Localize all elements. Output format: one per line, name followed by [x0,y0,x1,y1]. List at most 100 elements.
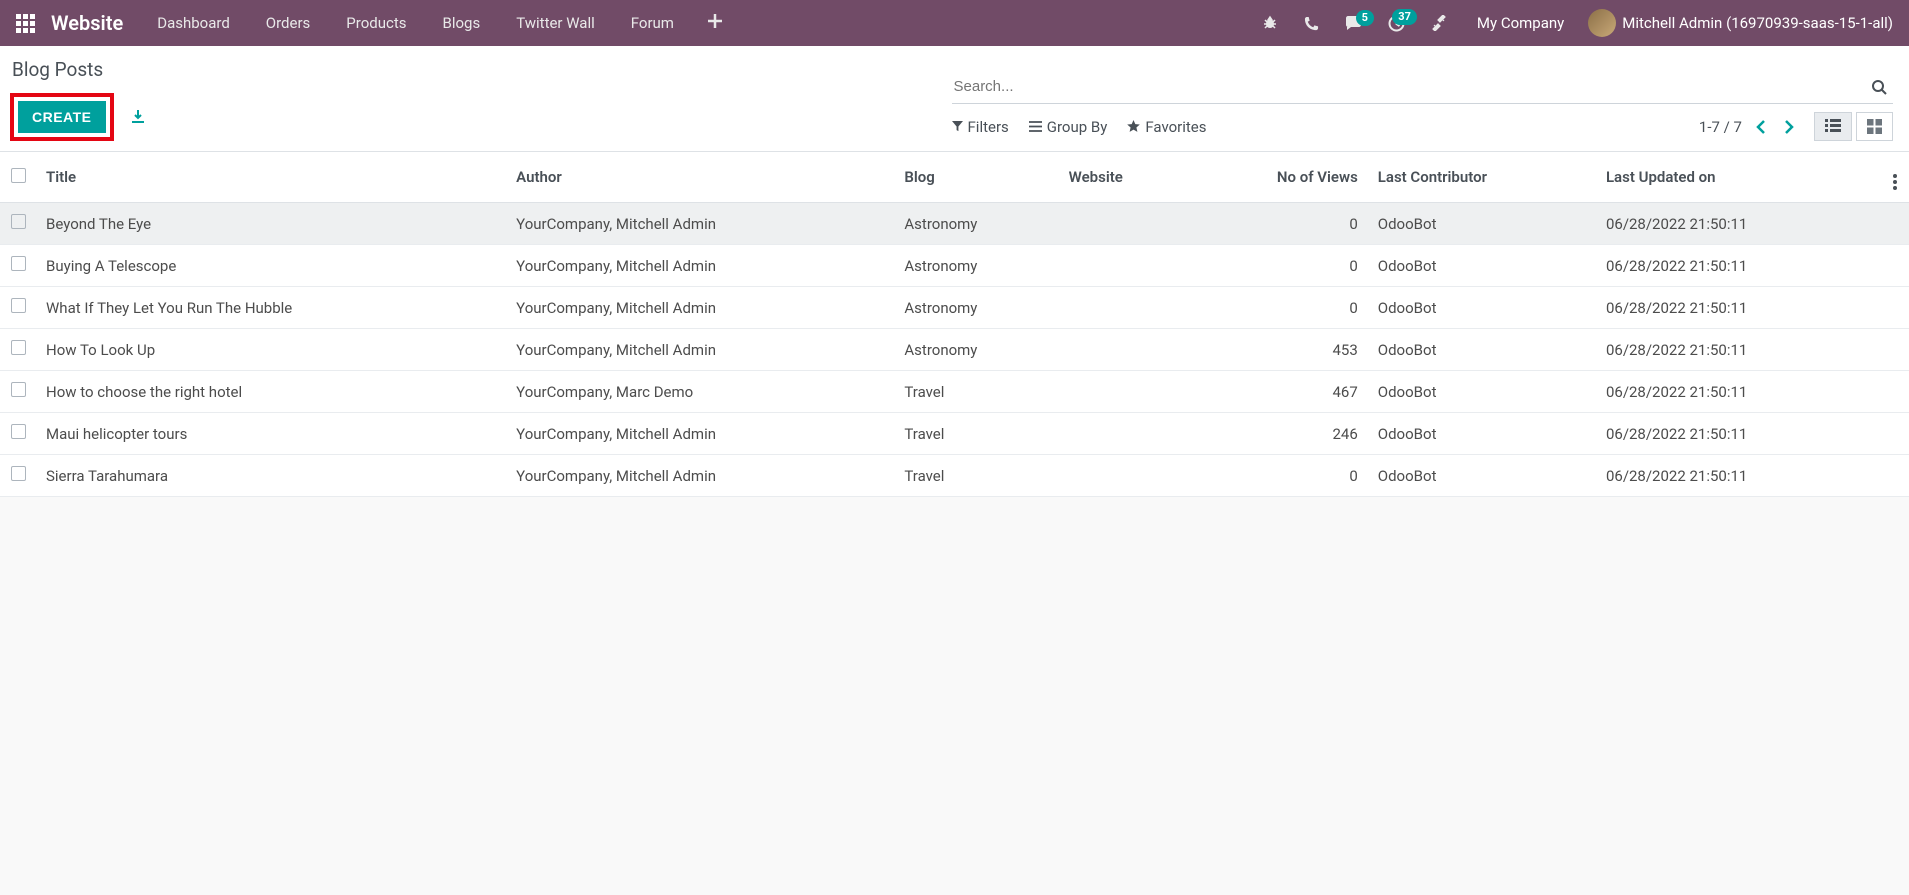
list-view: Title Author Blog Website No of Views La… [0,152,1909,497]
table-row[interactable]: Beyond The EyeYourCompany, Mitchell Admi… [0,203,1909,245]
table-row[interactable]: How to choose the right hotelYourCompany… [0,371,1909,413]
pager-text[interactable]: 1-7 / 7 [1699,118,1742,136]
cell-website [1059,371,1190,413]
nav-items: Dashboard Orders Products Blogs Twitter … [139,2,738,44]
cell-author: YourCompany, Mitchell Admin [506,455,894,497]
col-author[interactable]: Author [506,152,894,203]
company-switcher[interactable]: My Company [1463,4,1578,42]
user-menu[interactable]: Mitchell Admin (16970939-saas-15-1-all) [1584,0,1901,47]
cell-pad [1881,329,1909,371]
cell-views: 467 [1190,371,1368,413]
cell-website [1059,413,1190,455]
cell-author: YourCompany, Marc Demo [506,371,894,413]
cell-contributor: OdooBot [1368,371,1596,413]
cell-contributor: OdooBot [1368,455,1596,497]
cell-title: Maui helicopter tours [36,413,506,455]
control-panel: Blog Posts CREATE Filters [0,46,1909,152]
list-view-icon[interactable] [1814,112,1852,141]
row-checkbox[interactable] [11,382,26,397]
cell-views: 0 [1190,455,1368,497]
pager-next-icon[interactable] [1780,116,1798,138]
brand-label[interactable]: Website [43,11,139,35]
cell-title: Beyond The Eye [36,203,506,245]
row-checkbox[interactable] [11,424,26,439]
cell-blog: Travel [894,455,1058,497]
cell-website [1059,329,1190,371]
cell-author: YourCompany, Mitchell Admin [506,329,894,371]
groupby-label: Group By [1047,118,1108,136]
pager-prev-icon[interactable] [1752,116,1770,138]
download-icon[interactable] [124,103,152,131]
row-checkbox[interactable] [11,340,26,355]
add-menu-icon[interactable] [692,2,738,44]
col-contributor[interactable]: Last Contributor [1368,152,1596,203]
table-row[interactable]: How To Look UpYourCompany, Mitchell Admi… [0,329,1909,371]
cell-author: YourCompany, Mitchell Admin [506,203,894,245]
search-icon[interactable] [1865,73,1893,101]
cell-title: How To Look Up [36,329,506,371]
phone-icon[interactable] [1294,6,1329,41]
messages-icon[interactable]: 5 [1335,6,1372,41]
cell-updated: 06/28/2022 21:50:11 [1596,455,1881,497]
cell-pad [1881,287,1909,329]
cell-updated: 06/28/2022 21:50:11 [1596,329,1881,371]
row-checkbox[interactable] [11,466,26,481]
nav-orders[interactable]: Orders [248,2,329,44]
cell-contributor: OdooBot [1368,287,1596,329]
col-title[interactable]: Title [36,152,506,203]
cell-blog: Astronomy [894,287,1058,329]
nav-twitter-wall[interactable]: Twitter Wall [498,2,613,44]
select-all-checkbox[interactable] [11,168,26,183]
create-button[interactable]: CREATE [18,101,106,133]
nav-forum[interactable]: Forum [613,2,692,44]
col-website[interactable]: Website [1059,152,1190,203]
nav-dashboard[interactable]: Dashboard [139,2,248,44]
cell-title: Buying A Telescope [36,245,506,287]
row-checkbox[interactable] [11,298,26,313]
table-row[interactable]: Maui helicopter toursYourCompany, Mitche… [0,413,1909,455]
apps-icon[interactable] [8,6,43,41]
table-row[interactable]: What If They Let You Run The HubbleYourC… [0,287,1909,329]
pager: 1-7 / 7 [1699,116,1798,138]
cell-contributor: OdooBot [1368,203,1596,245]
columns-menu-icon[interactable] [1881,152,1909,203]
topbar-right: 5 37 My Company Mitchell Admin (16970939… [1252,0,1901,47]
search-input[interactable] [952,70,1866,103]
cell-title: How to choose the right hotel [36,371,506,413]
cell-contributor: OdooBot [1368,413,1596,455]
cell-author: YourCompany, Mitchell Admin [506,413,894,455]
cell-pad [1881,413,1909,455]
cell-views: 246 [1190,413,1368,455]
cell-blog: Travel [894,413,1058,455]
filters-label: Filters [968,118,1009,136]
cell-updated: 06/28/2022 21:50:11 [1596,371,1881,413]
filters-button[interactable]: Filters [952,118,1009,136]
table-row[interactable]: Buying A TelescopeYourCompany, Mitchell … [0,245,1909,287]
user-name: Mitchell Admin (16970939-saas-15-1-all) [1622,14,1893,32]
col-blog[interactable]: Blog [894,152,1058,203]
table-row[interactable]: Sierra TarahumaraYourCompany, Mitchell A… [0,455,1909,497]
table-header-row: Title Author Blog Website No of Views La… [0,152,1909,203]
kanban-view-icon[interactable] [1856,112,1893,141]
row-checkbox[interactable] [11,256,26,271]
row-checkbox[interactable] [11,214,26,229]
nav-products[interactable]: Products [328,2,424,44]
favorites-button[interactable]: Favorites [1127,118,1206,136]
col-views[interactable]: No of Views [1190,152,1368,203]
page-title: Blog Posts [10,54,152,93]
col-updated[interactable]: Last Updated on [1596,152,1881,203]
cell-pad [1881,455,1909,497]
groupby-button[interactable]: Group By [1029,118,1108,136]
bug-icon[interactable] [1252,5,1288,41]
favorites-label: Favorites [1145,118,1206,136]
avatar [1588,9,1616,37]
activity-icon[interactable]: 37 [1378,5,1415,42]
cell-title: Sierra Tarahumara [36,455,506,497]
nav-blogs[interactable]: Blogs [424,2,498,44]
cell-pad [1881,203,1909,245]
messages-badge: 5 [1356,10,1374,26]
cell-website [1059,203,1190,245]
tools-icon[interactable] [1421,5,1457,41]
cell-views: 453 [1190,329,1368,371]
top-navbar: Website Dashboard Orders Products Blogs … [0,0,1909,46]
